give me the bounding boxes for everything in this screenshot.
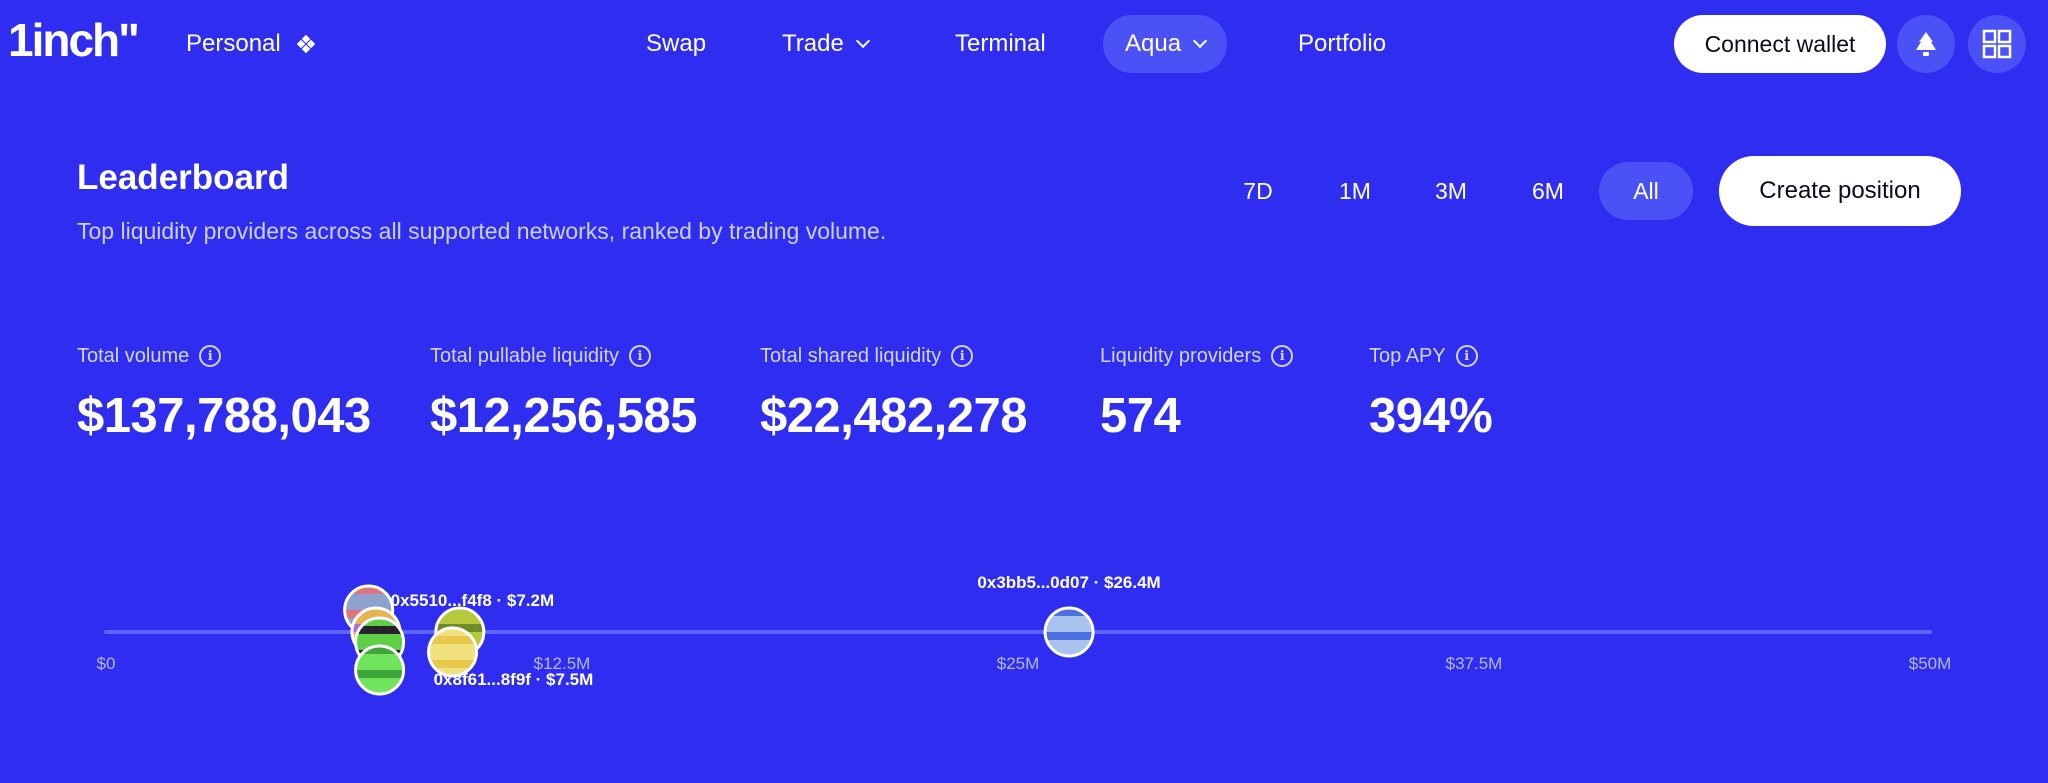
top-navigation-bar: 1inch" Personal Swap Trade Terminal Aqua… [0, 0, 2048, 90]
1inch-logo[interactable]: 1inch" [8, 16, 140, 64]
provider-label: 0x5510...f4f8 · $7.2M [391, 591, 554, 610]
bell-icon [1916, 32, 1936, 56]
nav-item-aqua[interactable]: Aqua [1103, 15, 1228, 73]
stat-label: Liquidity providers [1100, 344, 1262, 367]
provider-avatar[interactable] [354, 644, 406, 696]
provider-avatar[interactable] [1043, 606, 1095, 658]
nav-item-trade[interactable]: Trade [782, 15, 870, 73]
connect-wallet-button[interactable]: Connect wallet [1674, 15, 1886, 73]
stat-value: $22,482,278 [760, 389, 1028, 443]
stat-label: Total volume [77, 344, 190, 367]
page-subtitle: Top liquidity providers across all suppo… [77, 218, 887, 244]
grid-icon [1982, 29, 2012, 59]
nav-item-portfolio[interactable]: Portfolio [1298, 15, 1386, 73]
period-6m-button[interactable]: 6M [1501, 162, 1595, 220]
info-icon[interactable]: i [1271, 345, 1294, 367]
stat-total-volume: Total volume i $137,788,043 [77, 342, 371, 444]
chevron-down-icon [855, 33, 870, 49]
stat-value: $137,788,043 [77, 389, 371, 443]
stat-value: 574 [1100, 389, 1181, 443]
x-tick-label: $0 [97, 654, 116, 673]
nav-item-swap[interactable]: Swap [646, 15, 706, 73]
switch-icon [295, 33, 317, 55]
stat-value: $12,256,585 [430, 389, 698, 443]
account-switcher[interactable]: Personal [186, 28, 317, 60]
period-all-button[interactable]: All [1599, 162, 1693, 220]
notifications-button[interactable] [1897, 15, 1955, 73]
provider-label: 0x3bb5...0d07 · $26.4M [977, 573, 1160, 592]
x-tick-label: $25M [997, 654, 1040, 673]
nav-label: Terminal [955, 30, 1046, 57]
nav-label: Swap [646, 30, 707, 57]
stat-total-pullable-liquidity: Total pullable liquidity i $12,256,585 [430, 342, 698, 444]
stat-top-apy: Top APY i 394% [1369, 342, 1493, 444]
info-icon[interactable]: i [199, 345, 222, 367]
period-7d-button[interactable]: 7D [1211, 162, 1305, 220]
period-1m-button[interactable]: 1M [1308, 162, 1402, 220]
x-tick-label: $37.5M [1446, 654, 1503, 673]
stat-value: 394% [1369, 389, 1493, 443]
stat-total-shared-liquidity: Total shared liquidity i $22,482,278 [760, 342, 1028, 444]
period-3m-button[interactable]: 3M [1404, 162, 1498, 220]
stat-label: Top APY [1369, 344, 1446, 367]
nav-item-terminal[interactable]: Terminal [955, 15, 1046, 73]
info-icon[interactable]: i [1455, 345, 1478, 367]
info-icon[interactable]: i [629, 345, 652, 367]
leaderboard-volume-chart: $0 $12.5M $25M $37.5M $50M0x5510...f4f8 · $7… [97, 573, 1952, 696]
stat-label: Total pullable liquidity [430, 344, 620, 367]
nav-label: Aqua [1125, 30, 1182, 57]
apps-menu-button[interactable] [1968, 15, 2026, 73]
stat-liquidity-providers: Liquidity providers i 574 [1100, 342, 1294, 444]
x-tick-label: $50M [1909, 654, 1952, 673]
provider-avatar[interactable] [427, 626, 479, 678]
info-icon[interactable]: i [951, 345, 974, 367]
create-position-button[interactable]: Create position [1719, 156, 1961, 226]
page-title: Leaderboard [77, 158, 289, 197]
stat-label: Total shared liquidity [760, 344, 942, 367]
nav-label: Portfolio [1298, 30, 1387, 57]
chevron-down-icon [1192, 33, 1208, 49]
account-label: Personal [186, 30, 281, 57]
nav-label: Trade [782, 30, 844, 57]
